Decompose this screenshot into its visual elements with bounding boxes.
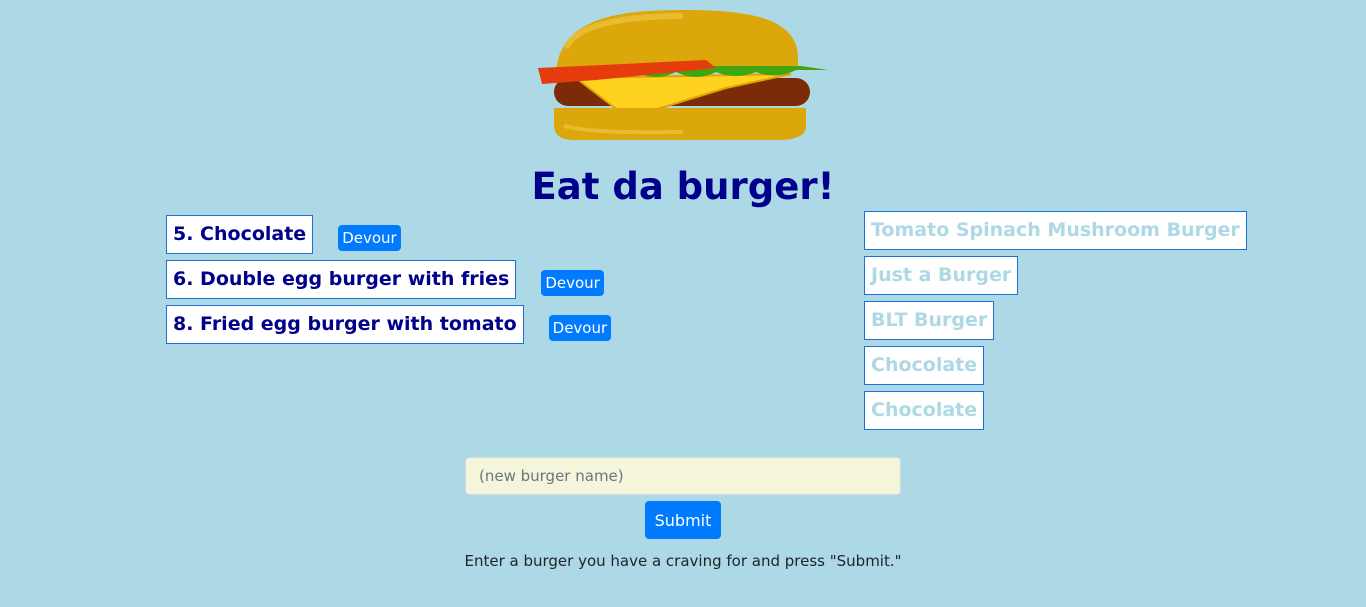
devoured-burger: BLT Burger bbox=[864, 301, 995, 340]
devoured-burger: Tomato Spinach Mushroom Burger bbox=[864, 211, 1247, 250]
devoured-burger: Chocolate bbox=[864, 391, 985, 430]
devour-button[interactable]: Devour bbox=[541, 269, 604, 296]
burger-name: 8. Fried egg burger with tomato bbox=[166, 305, 524, 344]
devoured-burger: Just a Burger bbox=[864, 256, 1019, 295]
burger-name-input[interactable] bbox=[465, 457, 901, 495]
list-item: 6. Double egg burger with fries Devour bbox=[166, 260, 611, 299]
devoured-burger-list: Tomato Spinach Mushroom Burger Just a Bu… bbox=[864, 211, 1247, 436]
devour-button[interactable]: Devour bbox=[548, 314, 612, 341]
new-burger-form: Submit Enter a burger you have a craving… bbox=[0, 457, 1366, 570]
burger-name: 6. Double egg burger with fries bbox=[166, 260, 517, 299]
list-item: 5. Chocolate Devour bbox=[166, 215, 611, 254]
devour-button[interactable]: Devour bbox=[338, 224, 401, 251]
submit-button[interactable]: Submit bbox=[645, 501, 721, 539]
devoured-burger: Chocolate bbox=[864, 346, 985, 385]
page: Eat da burger! 5. Chocolate Devour 6. Do… bbox=[0, 0, 1366, 607]
list-item: 8. Fried egg burger with tomato Devour bbox=[166, 305, 612, 344]
form-hint: Enter a burger you have a craving for an… bbox=[464, 552, 902, 570]
uneaten-burger-list: 5. Chocolate Devour 6. Double egg burger… bbox=[166, 215, 612, 350]
burger-name: 5. Chocolate bbox=[166, 215, 314, 254]
page-title: Eat da burger! bbox=[531, 165, 835, 208]
burger-icon bbox=[538, 10, 828, 140]
